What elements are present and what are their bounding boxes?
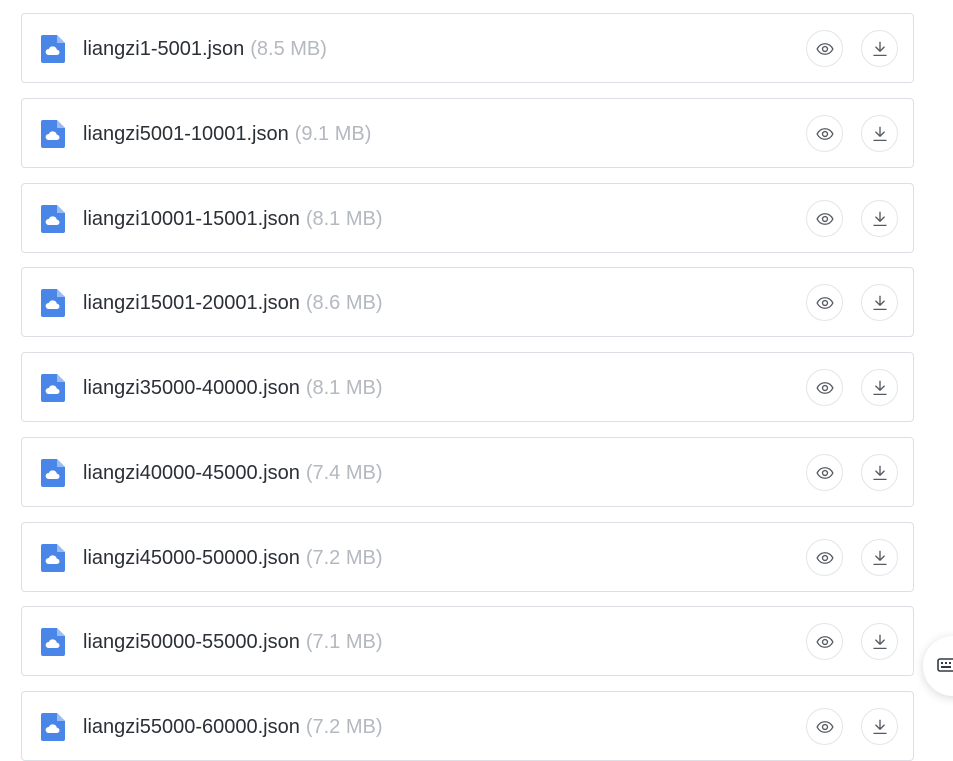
- cloud-file-icon: [41, 713, 65, 741]
- cloud-file-icon: [41, 120, 65, 148]
- download-icon: [872, 126, 887, 141]
- cloud-file-icon: [41, 205, 65, 233]
- file-row: liangzi5001-10001.json (9.1 MB): [21, 98, 914, 168]
- floating-keyboard-button[interactable]: [923, 636, 953, 696]
- file-size: (8.1 MB): [305, 208, 383, 230]
- download-icon: [872, 380, 887, 395]
- keyboard-icon: [937, 658, 953, 672]
- eye-icon: [815, 551, 834, 564]
- download-button[interactable]: [861, 369, 898, 406]
- file-size: (8.5 MB): [250, 38, 327, 60]
- download-button[interactable]: [861, 539, 898, 576]
- cloud-file-icon: [41, 289, 65, 317]
- preview-button[interactable]: [806, 30, 843, 67]
- cloud-file-icon: [41, 35, 65, 63]
- download-icon: [872, 550, 887, 565]
- file-size: (8.1 MB): [305, 377, 383, 399]
- file-name: liangzi40000-45000.json: [83, 462, 300, 484]
- eye-icon: [815, 296, 834, 309]
- file-row: liangzi15001-20001.json (8.6 MB): [21, 267, 914, 337]
- cloud-file-icon: [41, 374, 65, 402]
- file-size: (7.1 MB): [305, 631, 383, 653]
- download-button[interactable]: [861, 30, 898, 67]
- preview-button[interactable]: [806, 115, 843, 152]
- file-name: liangzi10001-15001.json: [83, 208, 300, 230]
- file-label[interactable]: liangzi55000-60000.json (7.2 MB): [83, 714, 383, 740]
- file-name: liangzi35000-40000.json: [83, 377, 300, 399]
- download-icon: [872, 41, 887, 56]
- cloud-file-icon: [41, 544, 65, 572]
- preview-button[interactable]: [806, 623, 843, 660]
- download-button[interactable]: [861, 284, 898, 321]
- file-row: liangzi45000-50000.json (7.2 MB): [21, 522, 914, 592]
- download-button[interactable]: [861, 115, 898, 152]
- download-icon: [872, 719, 887, 734]
- preview-button[interactable]: [806, 284, 843, 321]
- cloud-file-icon: [41, 628, 65, 656]
- preview-button[interactable]: [806, 200, 843, 237]
- eye-icon: [815, 212, 834, 225]
- download-button[interactable]: [861, 623, 898, 660]
- file-row: liangzi35000-40000.json (8.1 MB): [21, 352, 914, 422]
- file-label[interactable]: liangzi1-5001.json (8.5 MB): [83, 36, 327, 62]
- preview-button[interactable]: [806, 539, 843, 576]
- file-name: liangzi1-5001.json: [83, 38, 245, 60]
- file-label[interactable]: liangzi45000-50000.json (7.2 MB): [83, 545, 383, 571]
- file-size: (7.4 MB): [305, 462, 383, 484]
- download-button[interactable]: [861, 708, 898, 745]
- download-icon: [872, 634, 887, 649]
- download-icon: [872, 211, 887, 226]
- file-label[interactable]: liangzi10001-15001.json (8.1 MB): [83, 206, 383, 232]
- file-label[interactable]: liangzi5001-10001.json (9.1 MB): [83, 121, 371, 147]
- file-size: (7.2 MB): [305, 547, 383, 569]
- eye-icon: [815, 381, 834, 394]
- download-icon: [872, 295, 887, 310]
- eye-icon: [815, 720, 834, 733]
- file-row: liangzi40000-45000.json (7.4 MB): [21, 437, 914, 507]
- file-row: liangzi1-5001.json (8.5 MB): [21, 13, 914, 83]
- download-icon: [872, 465, 887, 480]
- file-name: liangzi45000-50000.json: [83, 547, 300, 569]
- file-name: liangzi15001-20001.json: [83, 292, 300, 314]
- file-row: liangzi50000-55000.json (7.1 MB): [21, 606, 914, 676]
- file-size: (9.1 MB): [294, 123, 372, 145]
- eye-icon: [815, 635, 834, 648]
- eye-icon: [815, 466, 834, 479]
- file-name: liangzi5001-10001.json: [83, 123, 289, 145]
- preview-button[interactable]: [806, 369, 843, 406]
- file-label[interactable]: liangzi40000-45000.json (7.4 MB): [83, 460, 383, 486]
- file-row: liangzi55000-60000.json (7.2 MB): [21, 691, 914, 761]
- file-label[interactable]: liangzi15001-20001.json (8.6 MB): [83, 290, 383, 316]
- cloud-file-icon: [41, 459, 65, 487]
- file-row: liangzi10001-15001.json (8.1 MB): [21, 183, 914, 253]
- file-size: (8.6 MB): [305, 292, 383, 314]
- file-size: (7.2 MB): [305, 716, 383, 738]
- eye-icon: [815, 42, 834, 55]
- download-button[interactable]: [861, 200, 898, 237]
- file-label[interactable]: liangzi50000-55000.json (7.1 MB): [83, 629, 383, 655]
- preview-button[interactable]: [806, 454, 843, 491]
- file-name: liangzi55000-60000.json: [83, 716, 300, 738]
- file-name: liangzi50000-55000.json: [83, 631, 300, 653]
- preview-button[interactable]: [806, 708, 843, 745]
- eye-icon: [815, 127, 834, 140]
- download-button[interactable]: [861, 454, 898, 491]
- file-label[interactable]: liangzi35000-40000.json (8.1 MB): [83, 375, 383, 401]
